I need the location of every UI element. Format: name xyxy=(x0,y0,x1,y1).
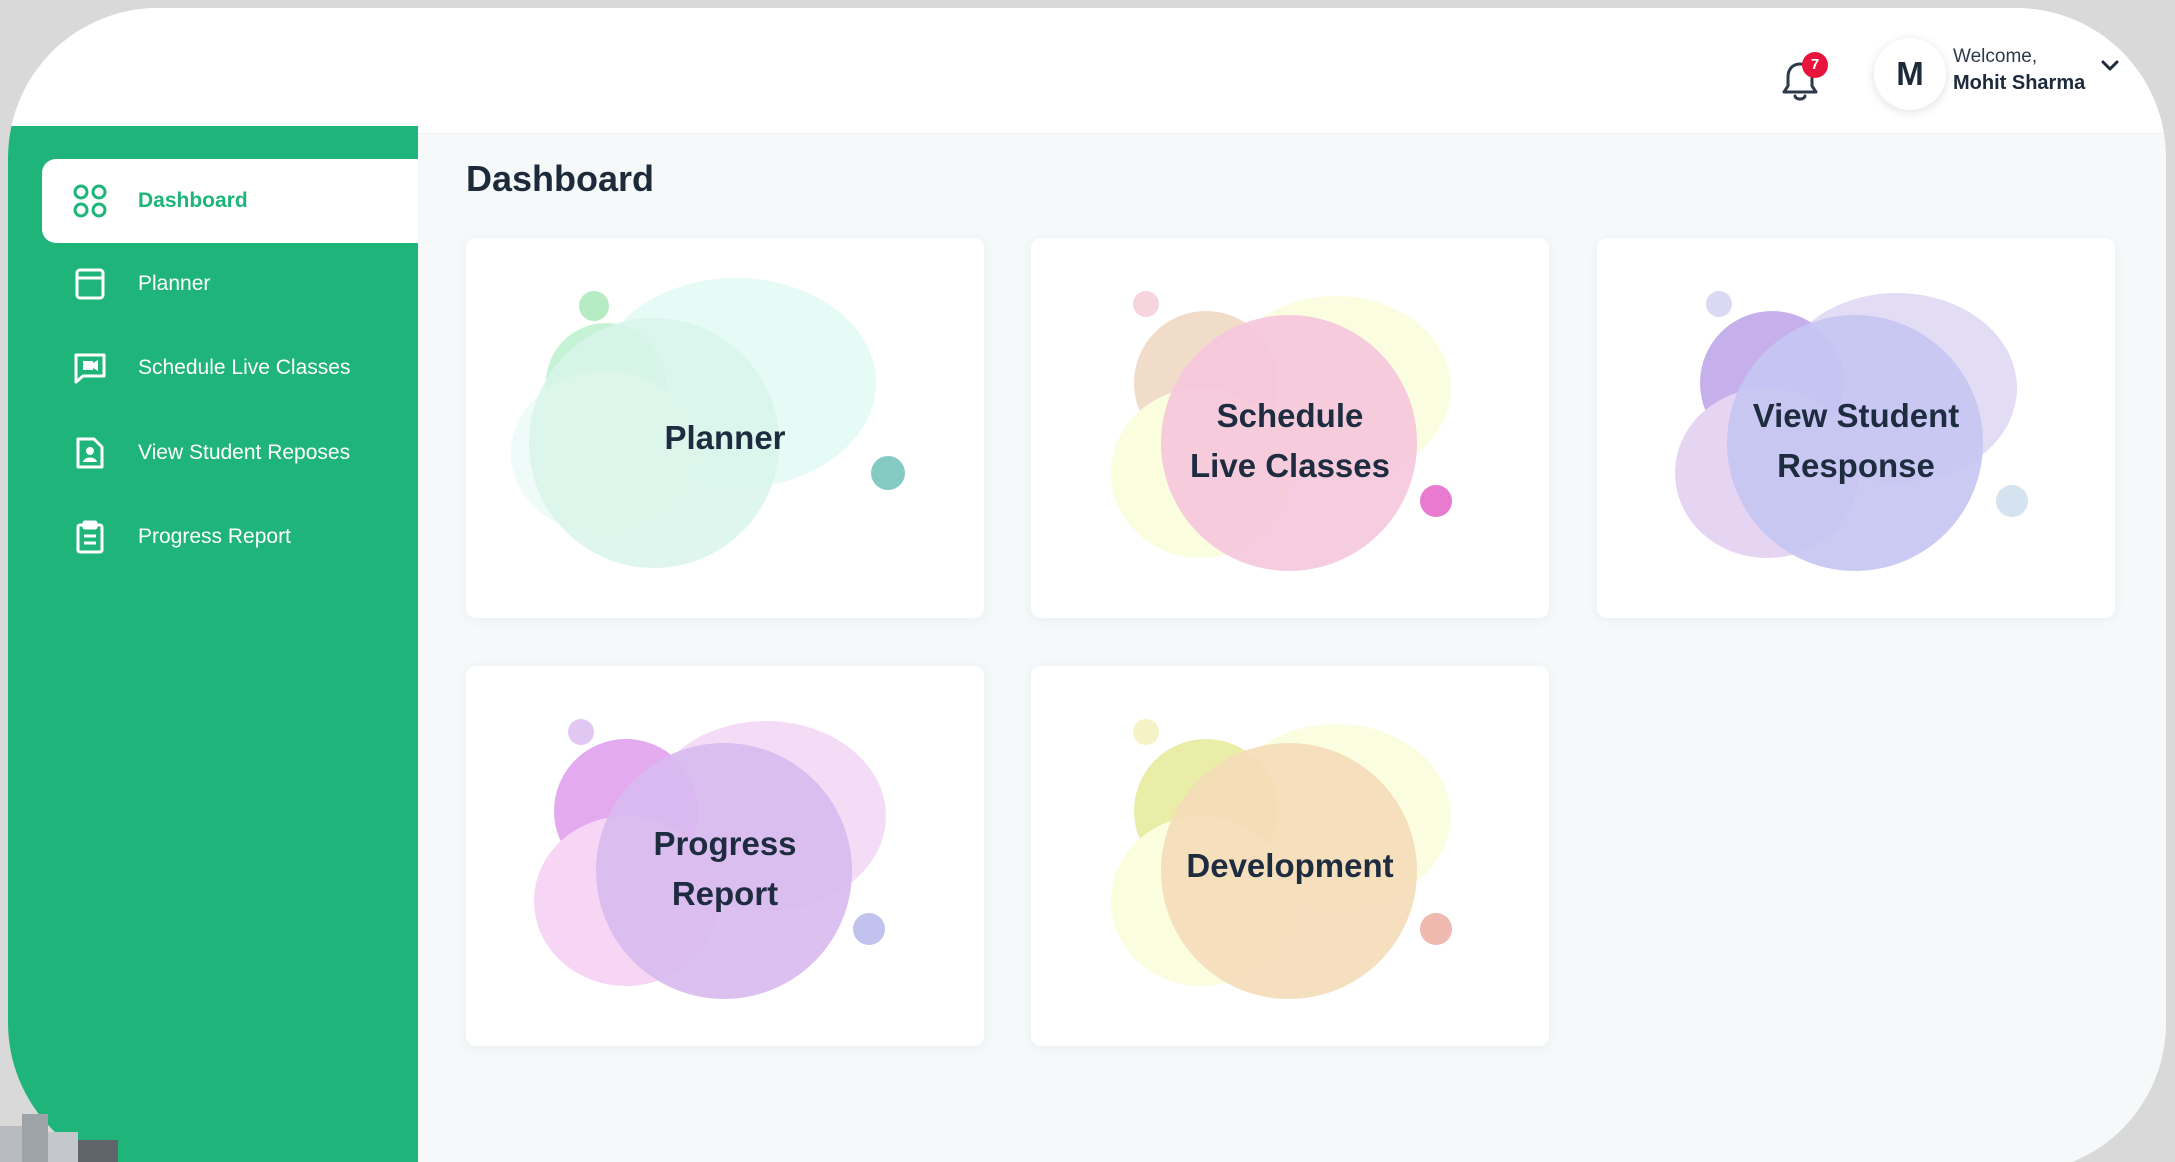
clipboard-icon xyxy=(70,517,110,557)
card-title-line-2: Report xyxy=(671,875,779,912)
card-development[interactable]: Development xyxy=(1031,666,1549,1046)
building-silhouette-decoration xyxy=(0,1114,118,1162)
sidebar-item-planner[interactable]: Planner xyxy=(42,242,418,326)
grid-circles-icon xyxy=(70,181,110,221)
card-title-line-1: View Student xyxy=(1752,397,1960,434)
sidebar-item-label: Dashboard xyxy=(138,189,248,212)
card-title-line-1: Schedule xyxy=(1216,397,1364,434)
card-title: Development xyxy=(1186,847,1394,884)
avatar[interactable]: M xyxy=(1874,38,1946,110)
sidebar-notch xyxy=(318,126,418,156)
welcome-label: Welcome, xyxy=(1953,46,2038,67)
app-window: 7 M Welcome, Mohit Sharma Dashboard Plan… xyxy=(8,8,2166,1162)
user-name: Mohit Sharma xyxy=(1953,72,2086,94)
sidebar-item-label: Progress Report xyxy=(138,525,291,548)
card-title: Schedule Live Classes xyxy=(1031,391,1549,491)
card-title-line-2: Live Classes xyxy=(1190,447,1390,484)
card-title-line-1: Progress xyxy=(653,825,797,862)
sidebar-item-view-student-reposes[interactable]: View Student Reposes xyxy=(42,411,418,495)
student-file-icon xyxy=(70,433,110,473)
card-schedule-live-classes[interactable]: Schedule Live Classes xyxy=(1031,238,1549,618)
card-progress-report[interactable]: Progress Report xyxy=(466,666,984,1046)
sidebar-item-label: View Student Reposes xyxy=(138,441,351,464)
sidebar-item-label: Planner xyxy=(138,272,211,295)
card-title: View Student Response xyxy=(1597,391,2115,491)
card-view-student-response[interactable]: View Student Response xyxy=(1597,238,2115,618)
sidebar: Dashboard Planner Schedule Live Classes xyxy=(8,126,418,1162)
sidebar-item-schedule-live-classes[interactable]: Schedule Live Classes xyxy=(42,326,418,410)
video-chat-icon xyxy=(70,348,110,388)
page-title: Dashboard xyxy=(466,158,655,199)
card-title-line-2: Response xyxy=(1777,447,1935,484)
card-planner[interactable]: Planner xyxy=(466,238,984,618)
sidebar-item-label: Schedule Live Classes xyxy=(138,356,351,379)
card-title: Planner xyxy=(664,419,786,456)
chevron-down-icon[interactable] xyxy=(2098,54,2122,78)
sidebar-item-progress-report[interactable]: Progress Report xyxy=(42,495,418,579)
notification-badge: 7 xyxy=(1802,52,1828,78)
notifications-button[interactable]: 7 xyxy=(1780,52,1828,101)
top-bar: 7 M Welcome, Mohit Sharma xyxy=(8,8,2166,134)
book-icon xyxy=(70,264,110,304)
user-greeting[interactable]: Welcome, Mohit Sharma xyxy=(1953,44,2113,96)
sidebar-item-dashboard[interactable]: Dashboard xyxy=(42,159,418,243)
card-title: Progress Report xyxy=(466,819,984,919)
